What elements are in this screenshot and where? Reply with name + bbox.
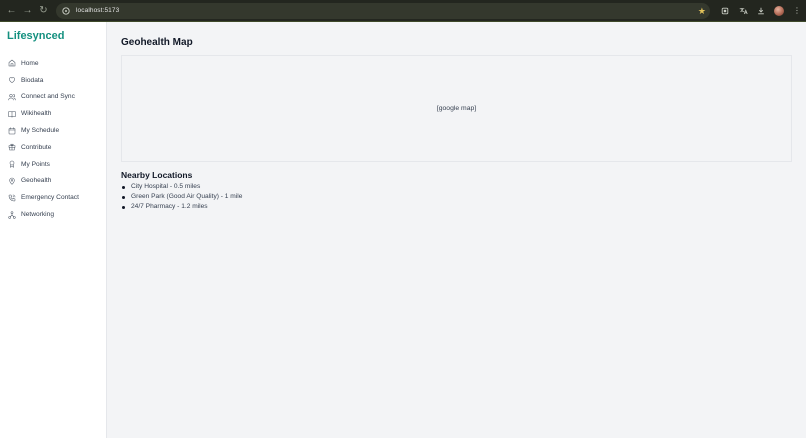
sidebar-item-label: Home xyxy=(21,59,39,67)
url-text[interactable]: localhost:5173 xyxy=(76,7,119,14)
list-item: Green Park (Good Air Quality) - 1 mile xyxy=(121,192,242,202)
sidebar-item-emergency-contact[interactable]: Emergency Contact xyxy=(0,189,106,206)
sidebar-item-contribute[interactable]: Contribute xyxy=(0,139,106,156)
extensions-icon[interactable] xyxy=(716,3,734,19)
download-icon[interactable] xyxy=(752,3,770,19)
network-icon xyxy=(7,210,16,219)
site-info-icon[interactable] xyxy=(60,5,72,17)
nearby-locations-list: City Hospital - 0.5 miles Green Park (Go… xyxy=(121,182,242,213)
sidebar-menu: Home Biodata Connect and Sync Wikihealth xyxy=(0,55,106,223)
phone-icon xyxy=(7,193,16,202)
profile-avatar[interactable] xyxy=(770,3,788,19)
map-pin-icon xyxy=(7,176,16,185)
award-icon xyxy=(7,160,16,169)
list-item: City Hospital - 0.5 miles xyxy=(121,182,242,192)
book-icon xyxy=(7,109,16,118)
browser-toolbar: ← → ↻ localhost:5173 ★ ⋮ xyxy=(0,0,806,22)
sidebar-item-label: Networking xyxy=(21,211,54,219)
home-icon xyxy=(7,59,16,68)
sidebar-item-label: My Points xyxy=(21,160,50,168)
forward-icon[interactable]: → xyxy=(20,3,35,18)
users-icon xyxy=(7,92,16,101)
page-title: Geohealth Map xyxy=(121,37,193,48)
sidebar-item-label: Connect and Sync xyxy=(21,93,75,101)
calendar-icon xyxy=(7,126,16,135)
nearby-locations-heading: Nearby Locations xyxy=(121,170,193,180)
heart-icon xyxy=(7,76,16,85)
sidebar-item-label: Biodata xyxy=(21,76,44,84)
sidebar-item-wikihealth[interactable]: Wikihealth xyxy=(0,105,106,122)
bookmark-star-icon[interactable]: ★ xyxy=(698,5,706,17)
sidebar-item-label: Wikihealth xyxy=(21,110,52,118)
sidebar-item-my-points[interactable]: My Points xyxy=(0,156,106,173)
sidebar-item-networking[interactable]: Networking xyxy=(0,206,106,223)
sidebar-item-label: Emergency Contact xyxy=(21,194,79,202)
sidebar-item-label: My Schedule xyxy=(21,127,60,135)
list-item: 24/7 Pharmacy - 1.2 miles xyxy=(121,202,242,212)
address-bar[interactable]: localhost:5173 ★ xyxy=(56,2,710,19)
more-menu-icon[interactable]: ⋮ xyxy=(788,3,806,19)
gift-icon xyxy=(7,143,16,152)
sidebar-item-home[interactable]: Home xyxy=(0,55,106,72)
sidebar-item-geohealth[interactable]: Geohealth xyxy=(0,173,106,190)
translate-icon[interactable] xyxy=(734,3,752,19)
brand-logo[interactable]: Lifesynced xyxy=(7,30,64,42)
sidebar-item-label: Geohealth xyxy=(21,177,52,185)
sidebar: Lifesynced Home Biodata Connect and Sync… xyxy=(0,22,107,438)
sidebar-item-connect-and-sync[interactable]: Connect and Sync xyxy=(0,89,106,106)
sidebar-item-my-schedule[interactable]: My Schedule xyxy=(0,122,106,139)
sidebar-item-biodata[interactable]: Biodata xyxy=(0,72,106,89)
back-icon[interactable]: ← xyxy=(4,3,19,18)
main-content: Geohealth Map [google map] Nearby Locati… xyxy=(107,22,806,438)
reload-icon[interactable]: ↻ xyxy=(36,3,51,18)
map-container[interactable]: [google map] xyxy=(121,55,792,162)
map-placeholder: [google map] xyxy=(436,105,477,112)
sidebar-item-label: Contribute xyxy=(21,143,52,151)
